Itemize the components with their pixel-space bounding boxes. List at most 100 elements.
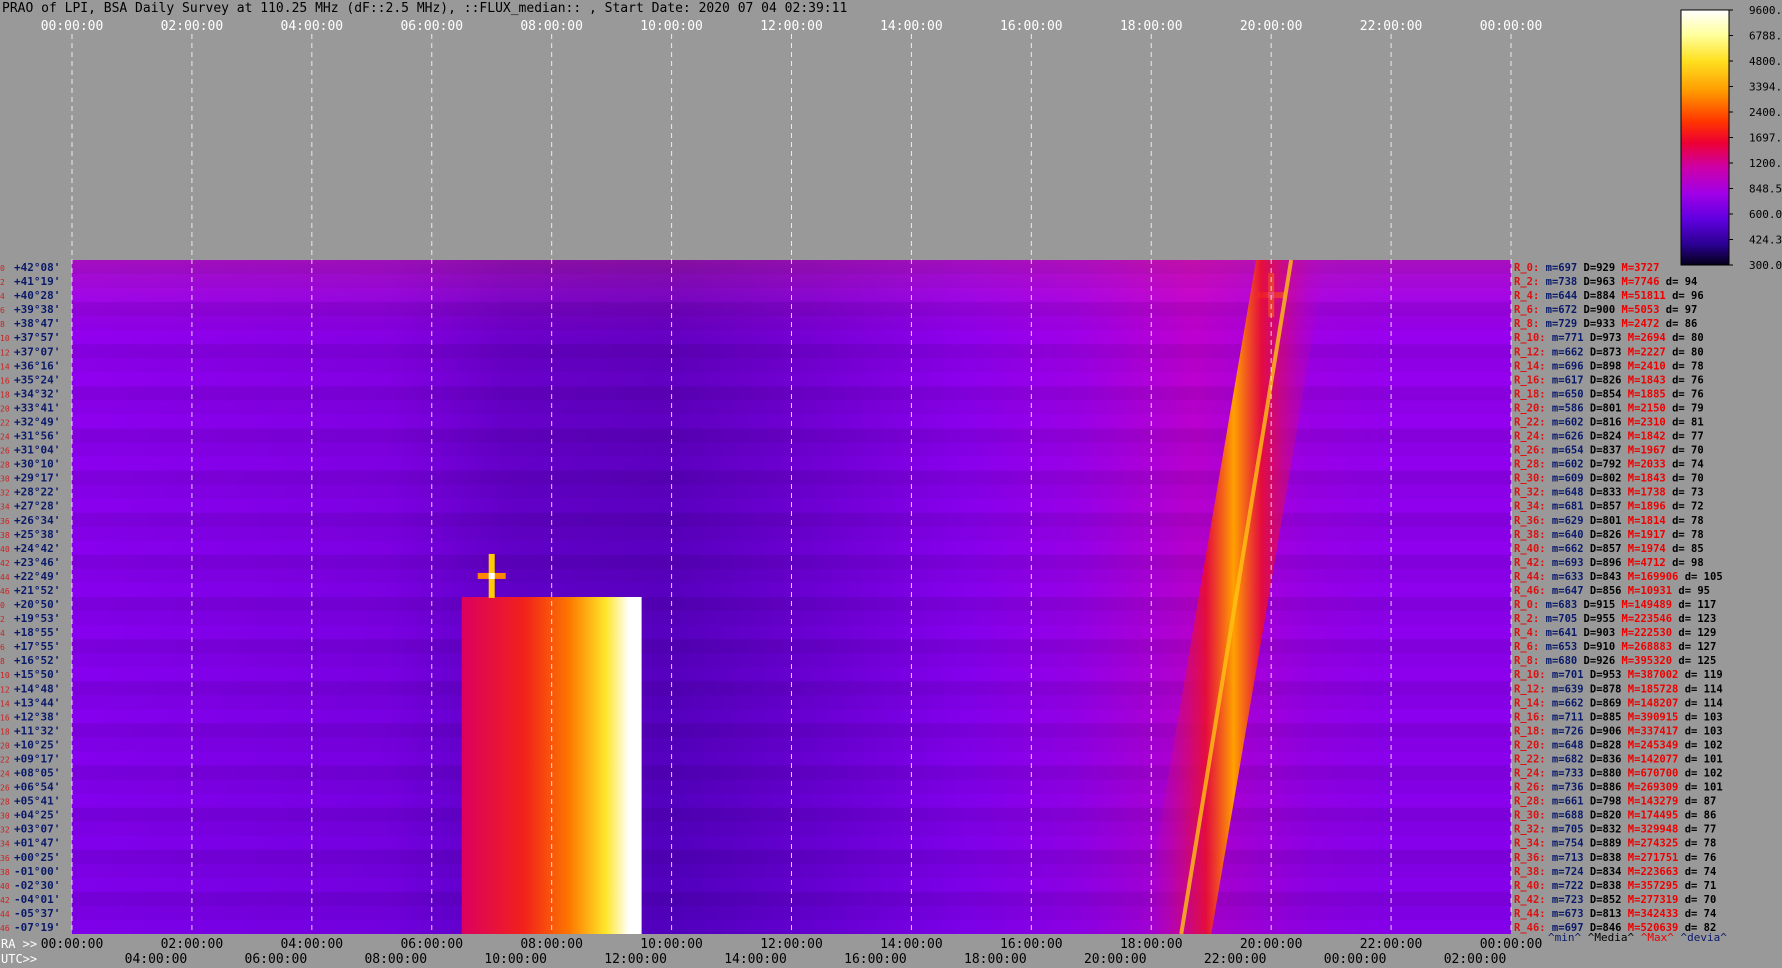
row-stat-value: d= 95 bbox=[1672, 585, 1710, 597]
row-index-label: 38 bbox=[0, 531, 10, 540]
row-stats: R_2: m=738 D=963 M=7746 d= 94 bbox=[1514, 276, 1697, 288]
row-stats: R_10: m=771 D=973 M=2694 d= 80 bbox=[1514, 332, 1704, 344]
row-stat-value: M=390915 bbox=[1621, 711, 1678, 723]
row-index-label: 16 bbox=[0, 713, 10, 722]
row-stat-value: D=836 bbox=[1584, 753, 1622, 765]
row-stat-value: d= 79 bbox=[1666, 402, 1704, 414]
declination-label: -04°01' bbox=[14, 893, 60, 906]
row-index-label: 28 bbox=[0, 798, 10, 807]
row-stat-value: d= 78 bbox=[1678, 838, 1716, 850]
row-stat-value: R_18: bbox=[1514, 725, 1546, 737]
ra-axis-tick-label: 10:00:00 bbox=[640, 937, 703, 952]
row-stat-value: D=854 bbox=[1584, 388, 1622, 400]
declination-label: +37°07' bbox=[14, 345, 60, 358]
row-stat-value: D=837 bbox=[1584, 445, 1622, 457]
row-stat-value: m=681 bbox=[1546, 501, 1584, 513]
row-stat-value: D=873 bbox=[1584, 346, 1622, 358]
colorbar bbox=[1680, 9, 1730, 266]
declination-label: +37°57' bbox=[14, 331, 60, 344]
row-stats: R_46: m=647 D=856 M=10931 d= 95 bbox=[1514, 585, 1710, 597]
declination-label: +32°49' bbox=[14, 415, 60, 428]
row-stat-value: m=696 bbox=[1546, 360, 1584, 372]
row-stat-value: M=271751 bbox=[1621, 852, 1678, 864]
row-stat-value: R_0: bbox=[1514, 262, 1539, 274]
colorbar-tick-label: 3394.1 bbox=[1749, 81, 1782, 94]
row-stat-value: d= 70 bbox=[1666, 445, 1704, 457]
row-stat-value: D=929 bbox=[1577, 262, 1615, 274]
row-index-label: 34 bbox=[0, 503, 10, 512]
ra-axis-tick-label: 14:00:00 bbox=[880, 937, 943, 952]
row-stat-value: R_36: bbox=[1514, 515, 1546, 527]
row-stat-value: M=2227 bbox=[1621, 346, 1665, 358]
row-stat-value: m=724 bbox=[1546, 866, 1584, 878]
row-stat-value: D=955 bbox=[1577, 613, 1615, 625]
row-index-label: 0 bbox=[0, 601, 5, 610]
row-stat-value: m=733 bbox=[1546, 768, 1584, 780]
row-stat-value: R_10: bbox=[1514, 669, 1546, 681]
row-index-label: 44 bbox=[0, 910, 10, 919]
utc-axis-tick-label: 04:00:00 bbox=[125, 952, 188, 967]
row-stat-value: M=1738 bbox=[1621, 487, 1665, 499]
declination-label: +38°47' bbox=[14, 317, 60, 330]
row-stats: R_20: m=648 D=828 M=245349 d= 102 bbox=[1514, 739, 1723, 751]
colorbar-tick-label: 848.5 bbox=[1749, 183, 1782, 196]
row-index-label: 6 bbox=[0, 306, 5, 315]
row-stat-value: R_32: bbox=[1514, 824, 1546, 836]
row-stat-value: d= 76 bbox=[1666, 374, 1704, 386]
row-index-label: 32 bbox=[0, 489, 10, 498]
row-stats: R_24: m=626 D=824 M=1842 d= 77 bbox=[1514, 431, 1704, 443]
row-stat-value: m=633 bbox=[1546, 571, 1584, 583]
row-stats: R_18: m=650 D=854 M=1885 d= 76 bbox=[1514, 388, 1704, 400]
row-stats: R_18: m=726 D=906 M=337417 d= 103 bbox=[1514, 725, 1723, 737]
stats-footer: ^min^ ^Media^ ^Max^ ^devia^ bbox=[1548, 931, 1727, 944]
row-stat-value: d= 70 bbox=[1666, 473, 1704, 485]
declination-label: +15°50' bbox=[14, 668, 60, 681]
row-stat-value: D=833 bbox=[1584, 487, 1622, 499]
row-stat-value: m=661 bbox=[1546, 796, 1584, 808]
ra-axis-tick-label: 00:00:00 bbox=[1480, 937, 1543, 952]
row-stat-value: m=648 bbox=[1546, 739, 1584, 751]
row-stat-value: d= 72 bbox=[1666, 501, 1704, 513]
stats-footer-label: ^devia^ bbox=[1674, 931, 1727, 944]
row-stat-value: R_24: bbox=[1514, 431, 1546, 443]
row-stat-value: d= 94 bbox=[1659, 276, 1697, 288]
row-stat-value: m=688 bbox=[1546, 810, 1584, 822]
row-stat-value: d= 101 bbox=[1678, 782, 1722, 794]
row-stats: R_30: m=609 D=802 M=1843 d= 70 bbox=[1514, 473, 1704, 485]
row-stat-value: R_10: bbox=[1514, 332, 1546, 344]
row-stat-value: d= 70 bbox=[1678, 894, 1716, 906]
row-index-label: 12 bbox=[0, 348, 10, 357]
row-stat-value: D=889 bbox=[1584, 838, 1622, 850]
declination-label: -01°00' bbox=[14, 865, 60, 878]
row-stats: R_26: m=654 D=837 M=1967 d= 70 bbox=[1514, 445, 1704, 457]
row-stat-value: M=1843 bbox=[1621, 374, 1665, 386]
colorbar-tick-label: 600.0 bbox=[1749, 208, 1782, 221]
utc-axis-tick-label: 12:00:00 bbox=[604, 952, 667, 967]
row-stat-value: M=387002 bbox=[1621, 669, 1678, 681]
row-stats: R_22: m=602 D=816 M=2310 d= 81 bbox=[1514, 416, 1704, 428]
row-index-label: 6 bbox=[0, 643, 5, 652]
row-stat-value: m=736 bbox=[1546, 782, 1584, 794]
row-stat-value: R_38: bbox=[1514, 866, 1546, 878]
declination-label: +06°54' bbox=[14, 781, 60, 794]
row-stat-value: M=245349 bbox=[1621, 739, 1678, 751]
top-axis-tick-label: 04:00:00 bbox=[281, 19, 344, 34]
row-stats: R_26: m=736 D=886 M=269309 d= 101 bbox=[1514, 782, 1723, 794]
row-stat-value: M=1885 bbox=[1621, 388, 1665, 400]
row-stat-value: R_4: bbox=[1514, 290, 1539, 302]
row-stat-value: m=729 bbox=[1539, 318, 1577, 330]
colorbar-tick-label: 1697.1 bbox=[1749, 132, 1782, 145]
ra-axis-tick-label: 00:00:00 bbox=[41, 937, 104, 952]
row-stats: R_38: m=724 D=834 M=223663 d= 74 bbox=[1514, 866, 1716, 878]
row-stat-value: d= 127 bbox=[1672, 641, 1716, 653]
row-index-label: 22 bbox=[0, 418, 10, 427]
utc-axis-tick-label: 00:00:00 bbox=[1324, 952, 1387, 967]
ra-axis-tick-label: 08:00:00 bbox=[520, 937, 583, 952]
row-stat-value: M=149489 bbox=[1615, 599, 1672, 611]
row-stat-value: D=878 bbox=[1584, 683, 1622, 695]
row-stat-value: D=856 bbox=[1584, 585, 1622, 597]
row-index-label: 20 bbox=[0, 404, 10, 413]
row-stat-value: D=813 bbox=[1584, 908, 1622, 920]
top-axis-tick-label: 20:00:00 bbox=[1240, 19, 1303, 34]
row-stat-value: M=329948 bbox=[1621, 824, 1678, 836]
